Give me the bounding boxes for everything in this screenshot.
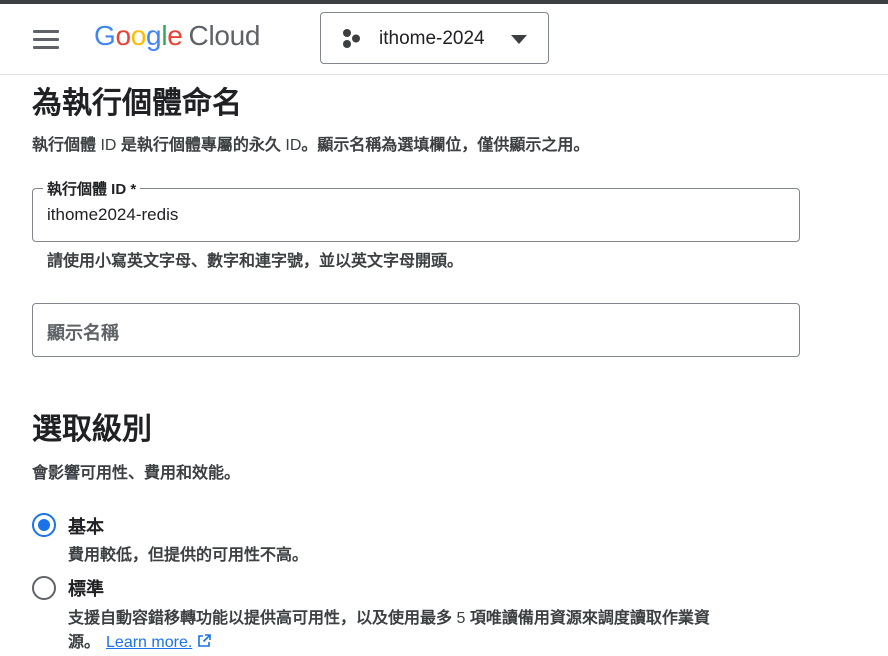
tier-standard-description: 支援自動容錯移轉功能以提供高可用性，以及使用最多 5 項唯讀備用資源來調度讀取作… [68,610,710,627]
open-in-new-icon[interactable] [196,633,212,649]
top-header: Google Cloud ithome-2024 [0,4,888,75]
google-cloud-logo[interactable]: Google Cloud [94,20,261,52]
tier-basic-radio[interactable] [32,513,56,537]
instance-id-value[interactable]: ithome2024-redis [47,205,178,225]
display-name-input[interactable]: 顯示名稱 [32,303,800,357]
display-name-placeholder: 顯示名稱 [47,323,119,343]
learn-more-link[interactable]: Learn more. [106,634,192,651]
instance-id-input[interactable]: 執行個體 ID * ithome2024-redis [32,178,800,242]
naming-section-title: 為執行個體命名 [32,87,242,120]
project-name: ithome-2024 [379,28,485,49]
tier-section-description: 會影響可用性、費用和效能。 [32,465,241,482]
tier-section-title: 選取級別 [32,413,152,446]
tier-standard-description-continued: 源。 Learn more. [68,628,212,652]
instance-id-hint: 請使用小寫英文字母、數字和連字號，並以英文字母開頭。 [47,253,464,270]
instance-id-label: 執行個體 ID * [43,178,141,199]
tier-basic-label[interactable]: 基本 [68,513,104,539]
hamburger-menu-icon[interactable] [31,28,61,50]
caret-down-icon [511,35,527,44]
naming-section-description: 執行個體 ID 是執行個體專屬的永久 ID。顯示名稱為選填欄位，僅供顯示之用。 [32,137,590,154]
tier-basic-description: 費用較低，但提供的可用性不高。 [68,547,309,564]
tier-standard-radio[interactable] [32,576,56,600]
project-selector-button[interactable]: ithome-2024 [320,12,549,64]
project-hexagons-icon [343,29,360,48]
tier-standard-label[interactable]: 標準 [68,575,104,601]
